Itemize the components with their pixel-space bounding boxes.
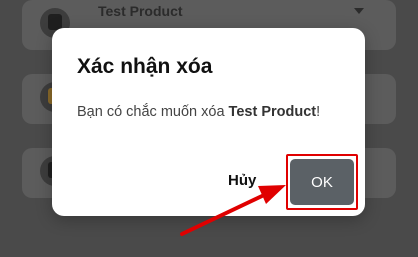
confirm-delete-dialog: Xác nhận xóa Bạn có chắc muốn xóa Test P…	[52, 28, 365, 216]
chevron-down-icon[interactable]	[354, 8, 364, 14]
list-item-title: Test Product	[98, 3, 183, 19]
message-suffix: !	[316, 104, 321, 120]
message-prefix: Bạn có chắc muốn xóa	[77, 104, 229, 120]
dialog-title: Xác nhận xóa	[77, 55, 213, 78]
cancel-button[interactable]: Hủy	[228, 172, 256, 189]
ok-button[interactable]: OK	[290, 159, 354, 205]
dialog-message: Bạn có chắc muốn xóa Test Product!	[77, 104, 320, 120]
message-product-name: Test Product	[228, 104, 317, 120]
